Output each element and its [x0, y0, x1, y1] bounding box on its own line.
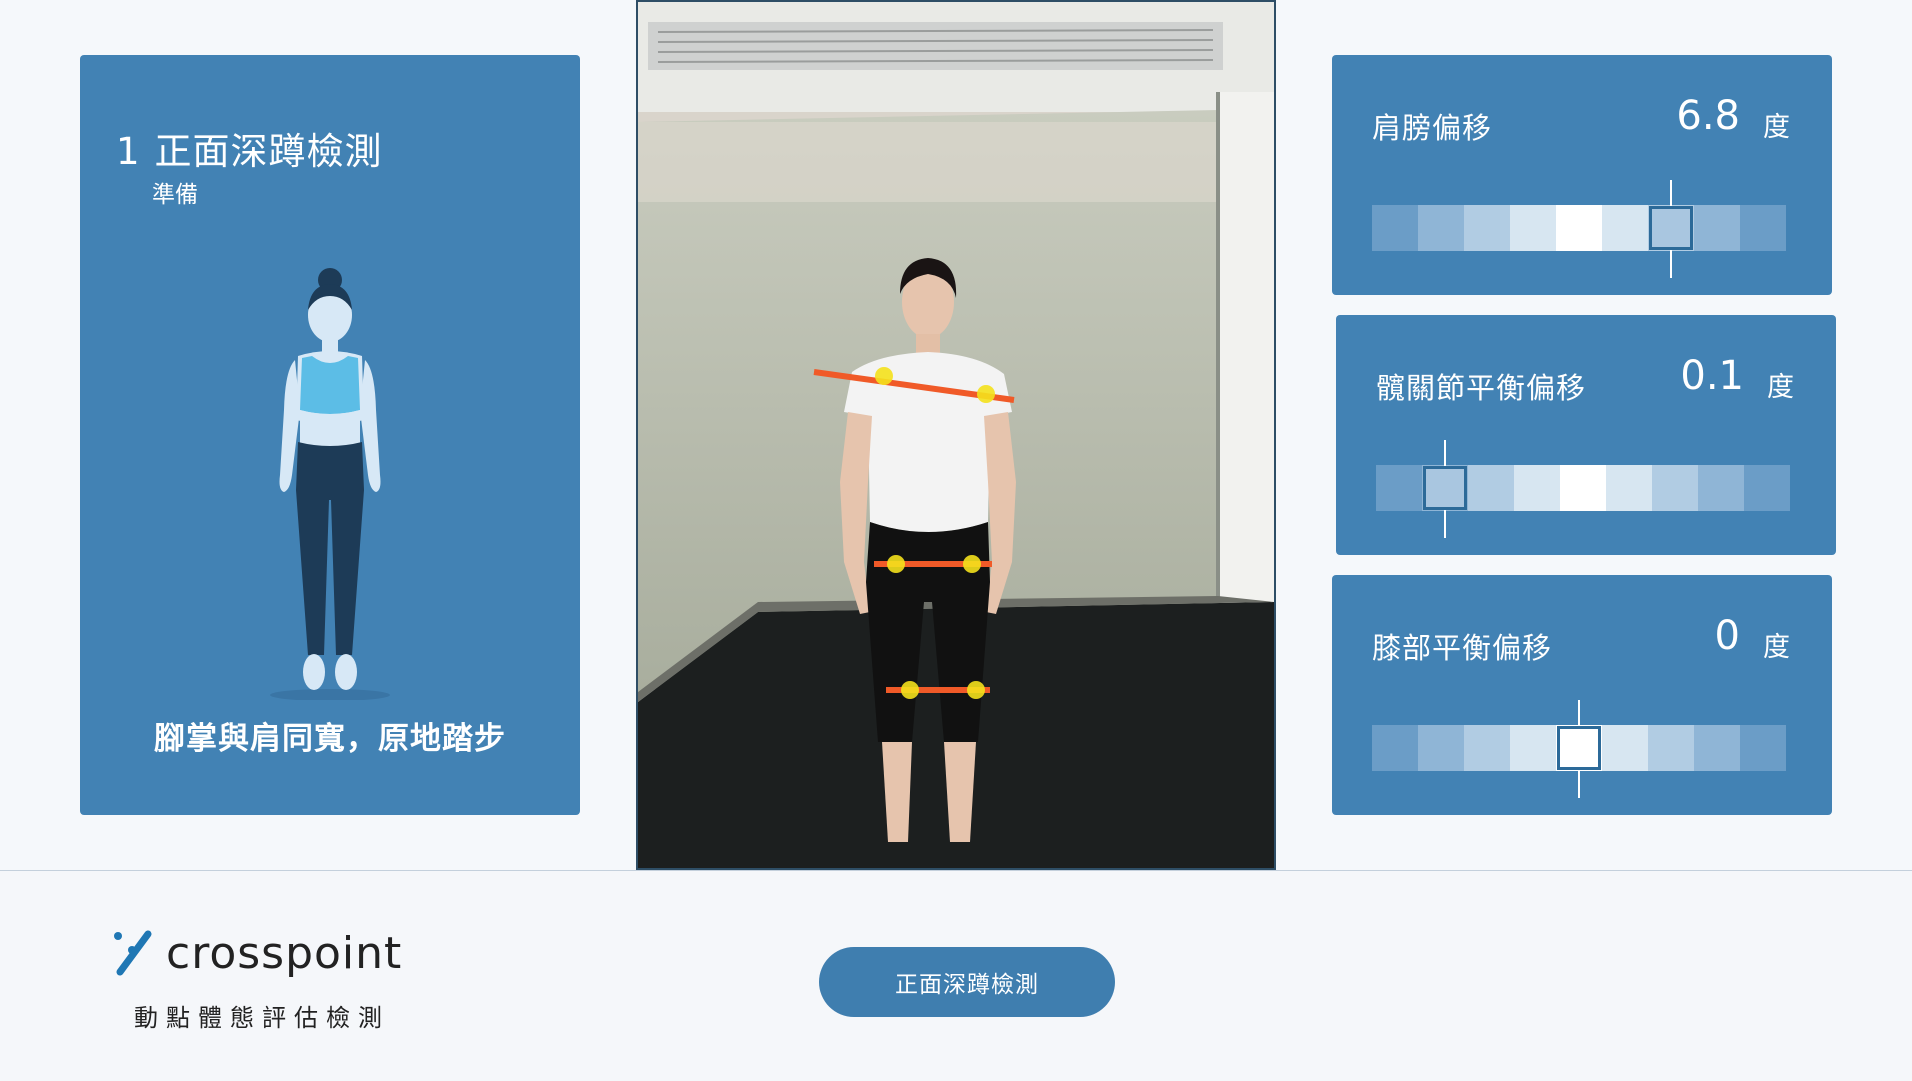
brand-logo: crosspoint: [112, 928, 401, 982]
gauge-segment: [1372, 725, 1418, 771]
gauge-segment: [1602, 725, 1648, 771]
camera-image: [638, 2, 1274, 868]
metric-unit: 度: [1767, 372, 1794, 403]
gauge-segment: [1464, 725, 1510, 771]
shoulder-offset-panel: 肩膀偏移 6.8 度: [1332, 55, 1832, 295]
gauge-segment: [1418, 205, 1464, 251]
front-squat-test-button[interactable]: 正面深蹲檢測: [819, 947, 1115, 1017]
metric-value: 6.8: [1676, 93, 1740, 139]
standing-figure-illustration: [270, 268, 390, 700]
gauge-segment: [1694, 205, 1740, 251]
gauge-segment: [1602, 205, 1648, 251]
gauge-marker: [1649, 206, 1693, 250]
gauge-marker: [1557, 726, 1601, 770]
gauge-segment: [1510, 205, 1556, 251]
metric-unit: 度: [1763, 112, 1790, 143]
gauge-segment: [1510, 725, 1556, 771]
gauge-segment: [1698, 465, 1744, 511]
gauge-segment: [1468, 465, 1514, 511]
gauge-segment: [1372, 205, 1418, 251]
gauge-segment: [1740, 205, 1786, 251]
knee-offset-panel: 膝部平衡偏移 0 度: [1332, 575, 1832, 815]
metric-label: 髖關節平衡偏移: [1376, 371, 1587, 405]
gauge-segment: [1514, 465, 1560, 511]
gauge-segment: [1556, 205, 1602, 251]
hip-offset-panel: 髖關節平衡偏移 0.1 度: [1336, 315, 1836, 555]
gauge-segment: [1418, 725, 1464, 771]
gauge-segment: [1606, 465, 1652, 511]
gauge-segment: [1648, 725, 1694, 771]
brand-subtitle: 動點體態評估檢測: [134, 1004, 390, 1032]
metric-label: 膝部平衡偏移: [1372, 631, 1553, 665]
step-status: 準備: [152, 182, 198, 208]
gauge-segment: [1376, 465, 1422, 511]
brand-name: crosspoint: [166, 928, 403, 979]
metric-value: 0.1: [1680, 353, 1744, 399]
metric-unit: 度: [1763, 632, 1790, 663]
gauge-segment: [1560, 465, 1606, 511]
gauge-segment: [1744, 465, 1790, 511]
step-number: 1: [116, 130, 141, 173]
gauge-segment: [1464, 205, 1510, 251]
step-title: 1 正面深蹲檢測: [116, 121, 383, 175]
gauge-segment: [1652, 465, 1698, 511]
metric-value: 0: [1714, 613, 1740, 659]
metric-label: 肩膀偏移: [1372, 111, 1493, 145]
gauge-segment: [1694, 725, 1740, 771]
instruction-panel: 1 正面深蹲檢測 準備 腳掌與肩同寬，原地踏步: [80, 55, 580, 815]
gauge-marker: [1423, 466, 1467, 510]
camera-feed: [636, 0, 1276, 870]
offset-gauge: [1372, 205, 1786, 251]
instruction-text: 腳掌與肩同寬，原地踏步: [154, 721, 506, 757]
crosspoint-logo-icon: [114, 930, 152, 976]
gauge-segment: [1740, 725, 1786, 771]
step-name: 正面深蹲檢測: [154, 130, 383, 173]
